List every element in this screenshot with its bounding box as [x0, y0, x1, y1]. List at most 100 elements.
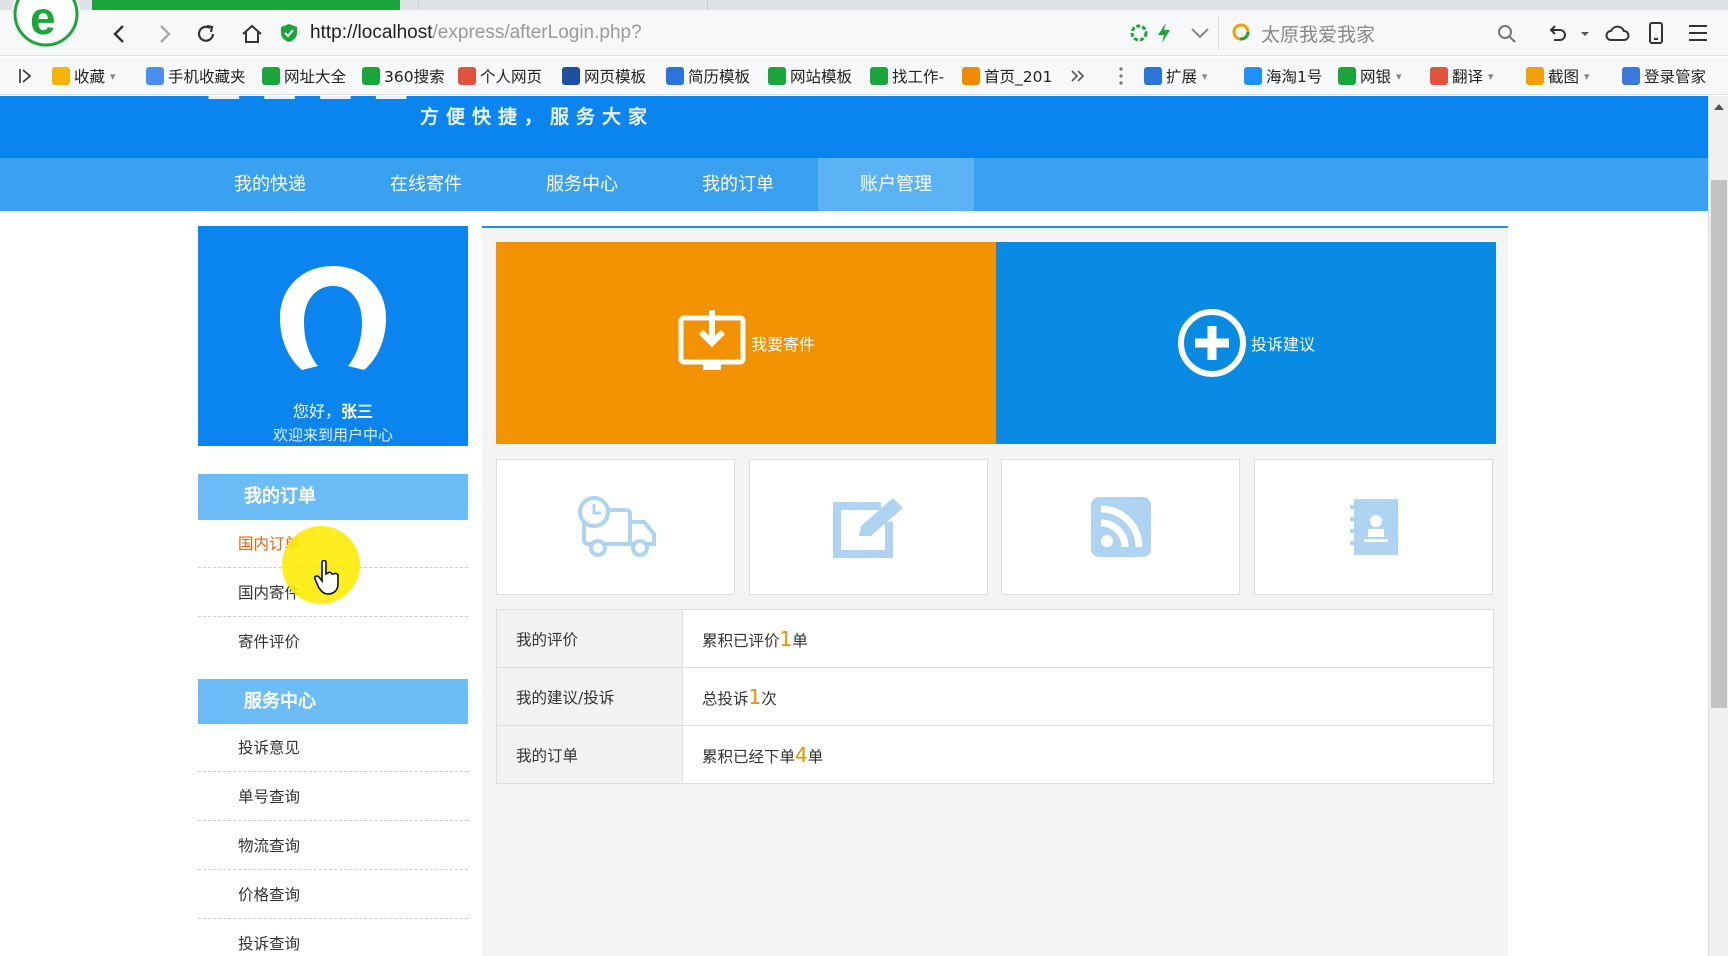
bookmarks-bar: 收藏 ▾ 手机收藏夹 网址大全 360搜索 个人网页 网页模板 简历模板 网站模板 找工作- 首页_… [0, 57, 1728, 95]
undo-dropdown-icon[interactable] [1580, 30, 1590, 38]
bookmark-label: 找工作- [892, 68, 945, 86]
nav-service-center[interactable]: 服务中心 [504, 158, 660, 211]
complaint-suggestion-label: 投诉建议 [1250, 335, 1315, 354]
bookmark-item[interactable]: 简历模板 [666, 65, 750, 87]
tab-strip [0, 0, 1728, 10]
star-icon [52, 67, 70, 85]
sidebar-item-complaint-query[interactable]: 投诉查询 [198, 920, 468, 956]
l-icon [870, 67, 888, 85]
active-tab[interactable] [92, 0, 400, 10]
shield-icon [281, 24, 297, 42]
forward-button[interactable] [150, 20, 178, 48]
sidebar-item-complaint-opinion[interactable]: 投诉意见 [198, 724, 468, 772]
stats-table: 我的评价 累积已评价1单 我的建议/投诉 总投诉1次 我的订单 累积已经下单4单 [496, 609, 1494, 784]
home-page-icon [962, 67, 980, 85]
stat-value: 总投诉1次 [682, 667, 1494, 726]
nav-my-orders[interactable]: 我的订单 [660, 158, 816, 211]
template-icon [562, 67, 580, 85]
delivery-tile[interactable] [496, 459, 735, 595]
address-bar[interactable]: http://localhost/express/afterLogin.php? [280, 16, 1190, 50]
extension-item[interactable]: 扩展 ▾ [1144, 65, 1208, 87]
sidebar-toggle-icon[interactable] [18, 67, 32, 85]
nav-online-send[interactable]: 在线寄件 [348, 158, 504, 211]
extension-item[interactable]: 网银 ▾ [1338, 65, 1402, 87]
send-package-tile[interactable]: 我要寄件 [496, 242, 996, 444]
bookmark-label: 手机收藏夹 [168, 68, 246, 86]
undo-icon[interactable] [1546, 22, 1568, 44]
site-banner: ▬▬▬▬ 方便快捷，服务大家 [0, 96, 1708, 158]
extension-item[interactable]: 截图 ▾ [1526, 65, 1590, 87]
stat-label: 我的建议/投诉 [496, 667, 683, 726]
contact-book-tile[interactable] [1254, 459, 1493, 595]
bookmark-label: 个人网页 [480, 68, 543, 86]
rss-tile[interactable] [1001, 459, 1240, 595]
chevron-down-icon[interactable]: ▾ [110, 70, 116, 83]
banner-logo-text: ▬▬▬▬ [205, 96, 428, 112]
bookmark-item[interactable]: 网站模板 [768, 65, 852, 87]
bookmark-item[interactable]: 找工作- [870, 65, 944, 87]
chevron-down-icon[interactable]: ▾ [1202, 70, 1208, 83]
search-icon[interactable] [1497, 24, 1517, 44]
bookmark-item[interactable]: 360搜索 [362, 65, 445, 87]
extension-item[interactable]: 翻译 ▾ [1430, 65, 1494, 87]
back-arrow-icon [113, 25, 124, 43]
sidebar-section-service-center: 服务中心 [198, 679, 468, 725]
scroll-up-icon[interactable] [1713, 102, 1725, 112]
globe-icon [262, 67, 280, 85]
contact-book-icon [1349, 499, 1398, 555]
bookmark-label: 网页模板 [584, 68, 647, 86]
bookmark-item[interactable]: 手机收藏夹 [146, 65, 246, 87]
edit-tile[interactable] [749, 459, 988, 595]
sidebar-item-tracking-number[interactable]: 单号查询 [198, 773, 468, 821]
stat-label: 我的评价 [496, 609, 683, 668]
home-button[interactable] [238, 20, 266, 48]
extension-icon [1622, 67, 1640, 85]
table-row: 我的建议/投诉 总投诉1次 [496, 667, 1494, 726]
cloud-icon[interactable] [1604, 22, 1630, 44]
chevron-down-icon[interactable] [1190, 26, 1210, 40]
delivery-truck-icon [577, 496, 656, 557]
inactive-tab[interactable] [418, 0, 708, 10]
complaint-suggestion-tile[interactable]: 投诉建议 [996, 242, 1496, 444]
hand-pointer-icon [314, 560, 339, 595]
refresh-ring-icon[interactable] [1128, 22, 1150, 44]
stat-value: 累积已经下单4单 [682, 725, 1494, 784]
bookmark-item[interactable]: 网址大全 [262, 65, 346, 87]
sidebar-item-logistics-query[interactable]: 物流查询 [198, 822, 468, 870]
chevron-down-icon[interactable]: ▾ [1584, 70, 1590, 83]
bookmark-item[interactable]: 网页模板 [562, 65, 646, 87]
rss-icon [1090, 497, 1151, 557]
search-text: 太原我爱我家 [1261, 23, 1376, 46]
extension-label: 海淘1号 [1266, 68, 1323, 86]
bookmark-item[interactable]: 个人网页 [458, 65, 542, 87]
profile-card: 您好，张三 欢迎来到用户中心 [198, 226, 468, 446]
main-nav: 我的快递 在线寄件 服务中心 我的订单 账户管理 [0, 158, 1708, 211]
more-bookmarks-icon[interactable] [1070, 67, 1086, 85]
back-button[interactable] [106, 20, 134, 48]
sidebar-section-my-orders: 我的订单 [198, 474, 468, 520]
browser-window: http://localhost/express/afterLogin.php?… [0, 0, 1728, 956]
bookmark-item[interactable]: 首页_201 [962, 65, 1052, 87]
plus-circle-icon [1177, 309, 1246, 377]
nav-account-management[interactable]: 账户管理 [818, 158, 974, 211]
send-package-label: 我要寄件 [750, 335, 815, 354]
extension-item[interactable]: 登录管家 [1622, 65, 1706, 87]
bookmark-item[interactable]: 收藏 ▾ [52, 65, 116, 87]
sidebar-item-price-query[interactable]: 价格查询 [198, 871, 468, 919]
nav-my-express[interactable]: 我的快递 [192, 158, 348, 211]
chevron-down-icon[interactable]: ▾ [1396, 70, 1402, 83]
menu-icon[interactable] [1688, 24, 1708, 42]
reload-button[interactable] [192, 20, 220, 48]
scrollbar-thumb[interactable] [1711, 180, 1727, 708]
extension-item[interactable]: 海淘1号 [1244, 65, 1322, 87]
search-box[interactable]: 太原我爱我家 [1218, 16, 1524, 50]
lightning-icon[interactable] [1156, 22, 1172, 44]
sidebar-item-send-review[interactable]: 寄件评价 [198, 618, 468, 666]
mobile-icon[interactable] [1648, 22, 1664, 44]
banner-slogan: 方便快捷，服务大家 [420, 106, 655, 128]
download-monitor-icon [678, 310, 746, 370]
chevron-down-icon[interactable]: ▾ [1488, 70, 1494, 83]
phone-icon [146, 67, 164, 85]
avatar-icon [280, 266, 386, 370]
vertical-scrollbar[interactable] [1708, 96, 1728, 956]
